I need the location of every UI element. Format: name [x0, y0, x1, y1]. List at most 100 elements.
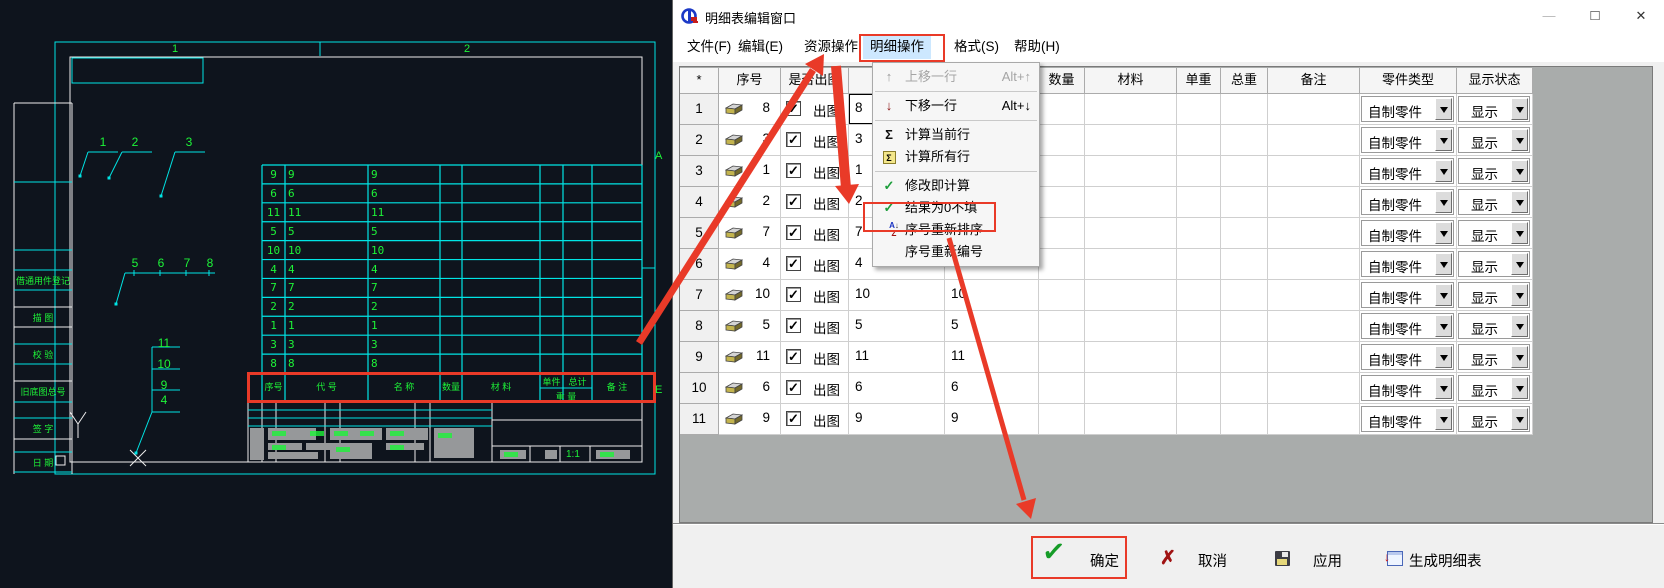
grid-cell-empty[interactable] [1039, 187, 1085, 218]
grid-cell-plot[interactable]: ✓出图 [781, 311, 849, 342]
plot-checkbox[interactable]: ✓ [786, 101, 801, 116]
menu-format[interactable]: 格式(S) [947, 35, 1006, 59]
minimize-button[interactable]: — [1526, 0, 1572, 32]
grid-row[interactable]: 42✓出图22自制零件显示 [680, 187, 1533, 218]
plot-checkbox[interactable]: ✓ [786, 349, 801, 364]
grid-cell-empty[interactable] [1268, 218, 1360, 249]
menu-item-plain[interactable]: 序号重新编号 [873, 241, 1039, 263]
grid-cell-seq[interactable]: 10 [719, 280, 781, 311]
chevron-down-icon[interactable] [1511, 191, 1528, 213]
menu-file[interactable]: 文件(F) [680, 35, 738, 59]
grid-cell-empty[interactable] [1039, 218, 1085, 249]
chevron-down-icon[interactable] [1511, 222, 1528, 244]
grid-row[interactable]: 23✓出图33自制零件显示 [680, 125, 1533, 156]
grid-cell-seq[interactable]: 8 [719, 94, 781, 125]
grid-row-number[interactable]: 6 [680, 249, 719, 280]
plot-checkbox[interactable]: ✓ [786, 380, 801, 395]
grid-cell-empty[interactable] [1085, 156, 1177, 187]
grid-cell-empty[interactable] [1221, 404, 1268, 435]
grid-cell-plot[interactable]: ✓出图 [781, 249, 849, 280]
display-state-combobox[interactable]: 显示 [1458, 127, 1530, 153]
grid-cell-empty[interactable] [1085, 125, 1177, 156]
grid-cell-display-state[interactable]: 显示 [1457, 94, 1533, 125]
grid-row[interactable]: 911✓出图1111自制零件显示 [680, 342, 1533, 373]
grid-cell-display-state[interactable]: 显示 [1457, 218, 1533, 249]
grid-row-number[interactable]: 2 [680, 125, 719, 156]
grid-cell-code[interactable]: 10 [849, 280, 945, 311]
grid-cell-part-type[interactable]: 自制零件 [1360, 404, 1457, 435]
chevron-down-icon[interactable] [1511, 129, 1528, 151]
grid-cell-empty[interactable] [1085, 373, 1177, 404]
grid-row-number[interactable]: 5 [680, 218, 719, 249]
grid-cell-part-type[interactable]: 自制零件 [1360, 249, 1457, 280]
grid-row[interactable]: 18✓出图88自制零件显示 [680, 94, 1533, 125]
grid-cell-seq[interactable]: 9 [719, 404, 781, 435]
grid-cell-empty[interactable] [1268, 280, 1360, 311]
part-type-combobox[interactable]: 自制零件 [1361, 220, 1454, 246]
grid-cell-empty[interactable] [1221, 342, 1268, 373]
grid-cell-name[interactable]: 10 [945, 280, 1039, 311]
grid-cell-display-state[interactable]: 显示 [1457, 311, 1533, 342]
grid-cell-plot[interactable]: ✓出图 [781, 125, 849, 156]
maximize-button[interactable]: □ [1572, 0, 1618, 32]
grid-column-header[interactable]: 单重 [1177, 68, 1221, 94]
grid-cell-part-type[interactable]: 自制零件 [1360, 218, 1457, 249]
grid-row[interactable]: 85✓出图55自制零件显示 [680, 311, 1533, 342]
close-button[interactable]: ✕ [1618, 0, 1664, 32]
grid-cell-code[interactable]: 9 [849, 404, 945, 435]
chevron-down-icon[interactable] [1511, 315, 1528, 337]
grid-row-number[interactable]: 11 [680, 404, 719, 435]
grid-cell-display-state[interactable]: 显示 [1457, 342, 1533, 373]
display-state-combobox[interactable]: 显示 [1458, 313, 1530, 339]
grid-column-header[interactable]: 材料 [1085, 68, 1177, 94]
grid-row-number[interactable]: 3 [680, 156, 719, 187]
chevron-down-icon[interactable] [1435, 222, 1452, 244]
grid-cell-seq[interactable]: 6 [719, 373, 781, 404]
menu-item-sigma[interactable]: Σ计算当前行 [873, 124, 1039, 146]
grid-cell-empty[interactable] [1268, 373, 1360, 404]
plot-checkbox[interactable]: ✓ [786, 132, 801, 147]
grid-cell-plot[interactable]: ✓出图 [781, 404, 849, 435]
grid-cell-empty[interactable] [1221, 249, 1268, 280]
grid-cell-empty[interactable] [1177, 280, 1221, 311]
part-type-combobox[interactable]: 自制零件 [1361, 189, 1454, 215]
grid-cell-empty[interactable] [1221, 125, 1268, 156]
menu-item-arrow-up[interactable]: ↑上移一行Alt+↑ [873, 66, 1039, 88]
grid-cell-empty[interactable] [1085, 249, 1177, 280]
grid-cell-seq[interactable]: 1 [719, 156, 781, 187]
grid-cell-code[interactable]: 5 [849, 311, 945, 342]
grid-cell-empty[interactable] [1039, 125, 1085, 156]
grid-cell-empty[interactable] [1039, 311, 1085, 342]
grid-cell-plot[interactable]: ✓出图 [781, 280, 849, 311]
chevron-down-icon[interactable] [1511, 284, 1528, 306]
grid-cell-part-type[interactable]: 自制零件 [1360, 125, 1457, 156]
display-state-combobox[interactable]: 显示 [1458, 189, 1530, 215]
grid-row[interactable]: 119✓出图99自制零件显示 [680, 404, 1533, 435]
grid-cell-empty[interactable] [1221, 311, 1268, 342]
display-state-combobox[interactable]: 显示 [1458, 406, 1530, 432]
grid-cell-code[interactable]: 6 [849, 373, 945, 404]
grid-row[interactable]: 57✓出图77自制零件显示 [680, 218, 1533, 249]
part-type-combobox[interactable]: 自制零件 [1361, 96, 1454, 122]
grid-cell-empty[interactable] [1039, 156, 1085, 187]
grid-cell-seq[interactable]: 7 [719, 218, 781, 249]
grid-cell-empty[interactable] [1221, 187, 1268, 218]
grid-cell-display-state[interactable]: 显示 [1457, 280, 1533, 311]
grid-row[interactable]: 64✓出图44自制零件显示 [680, 249, 1533, 280]
grid-cell-empty[interactable] [1085, 342, 1177, 373]
grid-cell-display-state[interactable]: 显示 [1457, 373, 1533, 404]
grid-row[interactable]: 106✓出图66自制零件显示 [680, 373, 1533, 404]
chevron-down-icon[interactable] [1435, 253, 1452, 275]
grid-row[interactable]: 31✓出图11自制零件显示 [680, 156, 1533, 187]
menu-resource[interactable]: 资源操作 [797, 35, 865, 59]
grid-cell-empty[interactable] [1221, 156, 1268, 187]
grid-cell-empty[interactable] [1085, 218, 1177, 249]
part-type-combobox[interactable]: 自制零件 [1361, 158, 1454, 184]
part-type-combobox[interactable]: 自制零件 [1361, 127, 1454, 153]
grid-cell-empty[interactable] [1085, 311, 1177, 342]
chevron-down-icon[interactable] [1435, 408, 1452, 430]
grid-cell-part-type[interactable]: 自制零件 [1360, 311, 1457, 342]
grid-cell-plot[interactable]: ✓出图 [781, 342, 849, 373]
grid-cell-empty[interactable] [1039, 94, 1085, 125]
grid-cell-seq[interactable]: 5 [719, 311, 781, 342]
